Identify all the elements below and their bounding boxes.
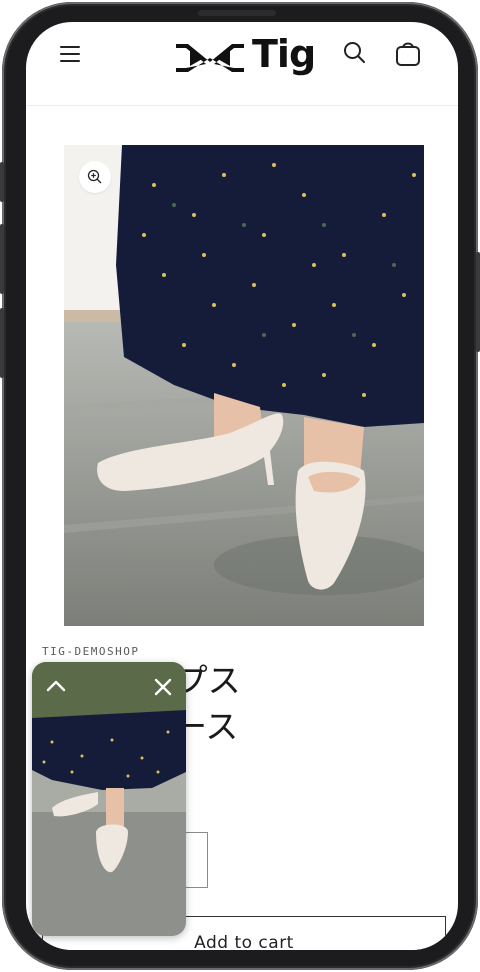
product-vendor: TIG-DEMOSHOP bbox=[42, 645, 140, 658]
phone-volume-down-button bbox=[0, 308, 4, 378]
product-photo bbox=[64, 145, 424, 626]
phone-frame: Tig TIG-DEMOSHOP Add to cart bbox=[0, 2, 480, 970]
phone-volume-up-button bbox=[0, 224, 4, 294]
close-icon[interactable] bbox=[152, 676, 174, 698]
search-icon[interactable] bbox=[342, 40, 368, 66]
logo-text: Tig bbox=[252, 32, 316, 76]
video-thumbnail bbox=[32, 662, 186, 936]
screen: Tig TIG-DEMOSHOP Add to cart bbox=[26, 22, 458, 950]
site-logo[interactable]: Tig bbox=[174, 32, 316, 78]
zoom-button[interactable] bbox=[79, 161, 111, 193]
site-header: Tig bbox=[26, 22, 458, 106]
cart-icon[interactable] bbox=[394, 38, 422, 68]
hamburger-menu-icon[interactable] bbox=[58, 42, 82, 66]
chevron-up-icon[interactable] bbox=[44, 676, 68, 696]
zoom-in-icon bbox=[87, 169, 102, 184]
phone-side-button bbox=[0, 162, 4, 202]
phone-speaker bbox=[198, 10, 276, 16]
floating-video-player[interactable] bbox=[32, 662, 186, 936]
tig-logo-icon bbox=[176, 44, 244, 72]
product-image[interactable] bbox=[64, 145, 424, 626]
phone-power-button bbox=[476, 252, 480, 352]
